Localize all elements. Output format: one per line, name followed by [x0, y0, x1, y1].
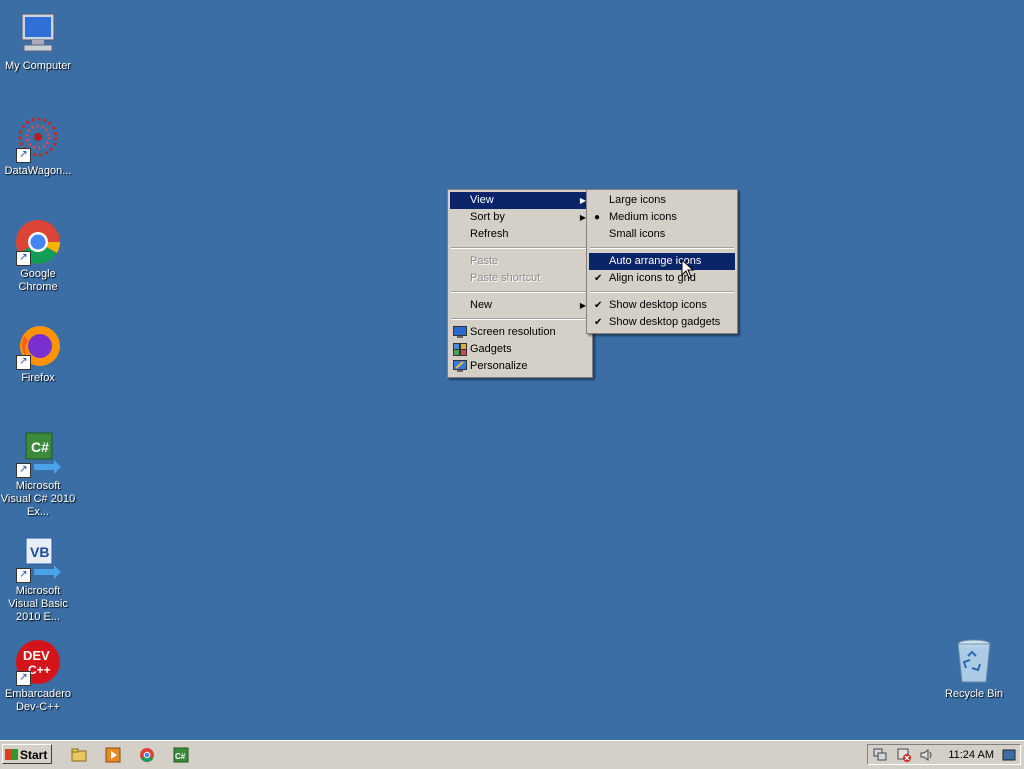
datawagon-icon: ↗	[14, 115, 62, 163]
mouse-cursor-icon	[681, 258, 695, 282]
gadgets-icon	[453, 343, 467, 356]
menu-item-label: Personalize	[470, 360, 528, 372]
menu-item-label: Paste shortcut	[470, 272, 541, 284]
menu-item-auto-arrange[interactable]: Auto arrange icons	[589, 253, 735, 270]
desktop-icon-label: Recycle Bin	[944, 688, 1004, 700]
menu-item-large-icons[interactable]: Large icons	[589, 192, 735, 209]
svg-text:VB: VB	[30, 544, 49, 560]
media-player-quicklaunch-icon[interactable]	[105, 747, 121, 763]
desktop-icon-label: Microsoft Visual C# 2010 Ex...	[0, 480, 76, 518]
system-tray: 11:24 AM	[867, 744, 1021, 765]
checkmark-icon: ✔	[594, 300, 603, 311]
desktop-icon-label: Microsoft Visual Basic 2010 E...	[8, 585, 68, 623]
visual-basic-icon: VB ↗	[14, 535, 62, 583]
desktop-icon-visual-csharp[interactable]: C# ↗ Microsoft Visual C# 2010 Ex...	[0, 430, 76, 519]
menu-item-label: View	[470, 194, 494, 206]
menu-item-label: Paste	[470, 255, 499, 267]
desktop-context-menu: View ▶ Sort by ▶ Refresh Paste Paste sho…	[447, 189, 593, 378]
desktop-icon-datawagon[interactable]: ↗ DataWagon...	[0, 115, 76, 178]
visual-csharp-icon: C# ↗	[14, 430, 62, 478]
menu-item-label: Small icons	[609, 228, 666, 240]
menu-item-gadgets[interactable]: Gadgets	[450, 341, 590, 358]
menu-item-align-to-grid[interactable]: ✔ Align icons to grid	[589, 270, 735, 287]
recycle-bin-icon	[950, 638, 998, 686]
menu-separator	[451, 291, 589, 293]
shortcut-arrow-icon: ↗	[16, 148, 31, 163]
desktop-icon-label: My Computer	[4, 60, 72, 72]
menu-item-label: Refresh	[470, 228, 509, 240]
shortcut-arrow-icon: ↗	[16, 568, 31, 583]
menu-item-medium-icons[interactable]: ● Medium icons	[589, 209, 735, 226]
menu-item-paste-shortcut[interactable]: Paste shortcut	[450, 270, 590, 287]
menu-item-new[interactable]: New ▶	[450, 297, 590, 314]
menu-item-label: Sort by	[470, 211, 505, 223]
menu-item-view[interactable]: View ▶	[450, 192, 590, 209]
menu-item-paste[interactable]: Paste	[450, 253, 590, 270]
menu-item-label: Large icons	[609, 194, 666, 206]
checkmark-icon: ✔	[594, 317, 603, 328]
computer-icon	[14, 10, 62, 58]
menu-item-label: Screen resolution	[470, 326, 556, 338]
personalize-icon	[453, 360, 467, 373]
menu-item-personalize[interactable]: Personalize	[450, 358, 590, 375]
menu-item-label: Gadgets	[470, 343, 512, 355]
desktop-icon-devcpp[interactable]: DEV C++ ↗ Embarcadero Dev-C++	[0, 638, 76, 714]
volume-icon[interactable]	[920, 748, 934, 762]
monitor-icon	[453, 326, 467, 339]
clock[interactable]: 11:24 AM	[948, 745, 994, 765]
menu-item-screen-resolution[interactable]: Screen resolution	[450, 324, 590, 341]
radio-bullet-icon: ●	[594, 212, 601, 223]
chrome-quicklaunch-icon[interactable]	[139, 747, 155, 763]
menu-item-sort-by[interactable]: Sort by ▶	[450, 209, 590, 226]
shortcut-arrow-icon: ↗	[16, 463, 31, 478]
desktop-icon-my-computer[interactable]: My Computer	[0, 10, 76, 73]
desktop-icon-visual-basic[interactable]: VB ↗ Microsoft Visual Basic 2010 E...	[0, 535, 76, 624]
shortcut-arrow-icon: ↗	[16, 355, 31, 370]
desktop-icon-label: DataWagon...	[4, 165, 72, 177]
menu-item-label: New	[470, 299, 493, 311]
svg-text:C#: C#	[175, 752, 186, 761]
desktop-icon-label: Firefox	[21, 372, 55, 384]
checkmark-icon: ✔	[594, 273, 603, 284]
menu-item-refresh[interactable]: Refresh	[450, 226, 590, 243]
menu-item-label: Show desktop gadgets	[609, 316, 721, 328]
desktop-icon-label: Google Chrome	[18, 268, 58, 293]
view-submenu: Large icons ● Medium icons Small icons A…	[586, 189, 738, 334]
desktop-icon-firefox[interactable]: ↗ Firefox	[0, 322, 76, 385]
devcpp-icon: DEV C++ ↗	[14, 638, 62, 686]
show-desktop-icon[interactable]	[1002, 748, 1016, 762]
explorer-quicklaunch-icon[interactable]	[71, 747, 87, 763]
firefox-icon: ↗	[14, 322, 62, 370]
desktop-icon-google-chrome[interactable]: ↗ Google Chrome	[0, 218, 76, 294]
menu-item-show-desktop-icons[interactable]: ✔ Show desktop icons	[589, 297, 735, 314]
desktop-icon-recycle-bin[interactable]: Recycle Bin	[936, 638, 1012, 701]
security-alert-icon[interactable]	[897, 748, 911, 762]
svg-text:DEV: DEV	[23, 648, 50, 663]
menu-item-label: Show desktop icons	[609, 299, 707, 311]
network-icon[interactable]	[873, 748, 887, 762]
desktop-icon-label: Embarcadero Dev-C++	[4, 688, 72, 713]
menu-item-label: Medium icons	[609, 211, 677, 223]
menu-separator	[590, 291, 734, 293]
start-label: Start	[20, 748, 48, 762]
windows-flag-icon	[5, 749, 18, 760]
menu-separator	[451, 318, 589, 320]
start-button[interactable]: Start	[2, 744, 52, 764]
chrome-icon: ↗	[14, 218, 62, 266]
menu-item-show-gadgets[interactable]: ✔ Show desktop gadgets	[589, 314, 735, 331]
menu-separator	[590, 247, 734, 249]
shortcut-arrow-icon: ↗	[16, 251, 31, 266]
svg-text:C#: C#	[31, 439, 49, 455]
menu-item-small-icons[interactable]: Small icons	[589, 226, 735, 243]
taskbar: Start C# 11:24 AM	[0, 740, 1024, 769]
svg-text:C++: C++	[28, 663, 51, 677]
visual-csharp-quicklaunch-icon[interactable]: C#	[173, 747, 189, 763]
menu-separator	[451, 247, 589, 249]
shortcut-arrow-icon: ↗	[16, 671, 31, 686]
